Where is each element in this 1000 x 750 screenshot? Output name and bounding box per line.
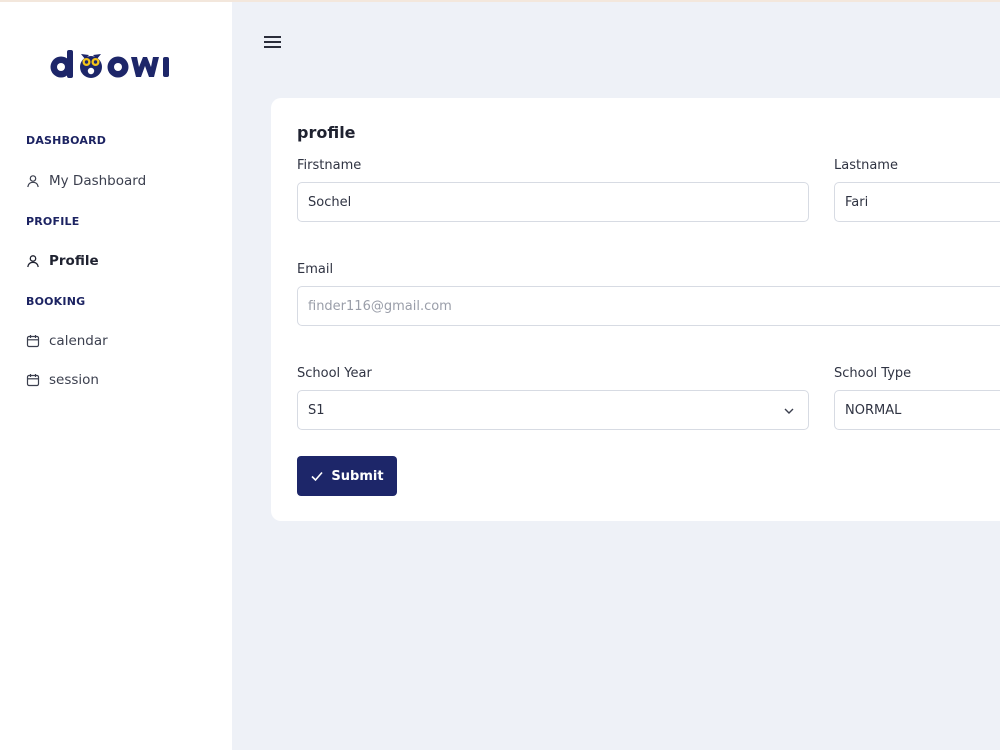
user-icon xyxy=(27,175,39,188)
chevron-down-icon xyxy=(784,408,794,414)
section-profile: PROFILE xyxy=(26,215,80,228)
submit-button[interactable]: Submit xyxy=(297,456,397,496)
hamburger-menu-icon[interactable] xyxy=(264,36,282,50)
user-icon xyxy=(27,255,39,268)
firstname-input[interactable] xyxy=(297,182,809,222)
email-input[interactable] xyxy=(297,286,1000,326)
doowi-logo[interactable] xyxy=(48,42,188,84)
sidebar-item-calendar[interactable]: calendar xyxy=(26,330,108,352)
sidebar-item-label: calendar xyxy=(49,333,108,349)
lastname-label: Lastname xyxy=(834,158,898,173)
sidebar-item-label: session xyxy=(49,372,99,388)
school-type-select[interactable]: NORMAL xyxy=(834,390,1000,430)
calendar-icon xyxy=(26,335,40,348)
section-booking: BOOKING xyxy=(26,295,86,308)
firstname-label: Firstname xyxy=(297,158,362,173)
section-dashboard: DASHBOARD xyxy=(26,134,107,147)
school-year-select[interactable]: S1 xyxy=(297,390,809,430)
sidebar-item-label: My Dashboard xyxy=(49,173,147,189)
school-type-value: NORMAL xyxy=(845,403,902,418)
sidebar-item-my-dashboard[interactable]: My Dashboard xyxy=(26,170,146,192)
check-icon xyxy=(311,471,324,482)
sidebar-item-profile[interactable]: Profile xyxy=(26,250,99,272)
submit-label: Submit xyxy=(331,468,384,484)
lastname-input[interactable] xyxy=(834,182,1000,222)
school-type-label: School Type xyxy=(834,366,912,381)
school-year-value: S1 xyxy=(308,403,325,418)
sidebar-item-session[interactable]: session xyxy=(26,369,99,391)
school-year-label: School Year xyxy=(297,366,372,381)
calendar-icon xyxy=(26,374,40,387)
email-label: Email xyxy=(297,262,334,277)
card-title: profile xyxy=(297,123,356,142)
sidebar: DASHBOARD My Dashboard PROFILE Profile B… xyxy=(0,2,232,750)
sidebar-item-label: Profile xyxy=(49,253,99,269)
profile-card: profile Firstname Lastname Email School … xyxy=(271,98,1000,521)
